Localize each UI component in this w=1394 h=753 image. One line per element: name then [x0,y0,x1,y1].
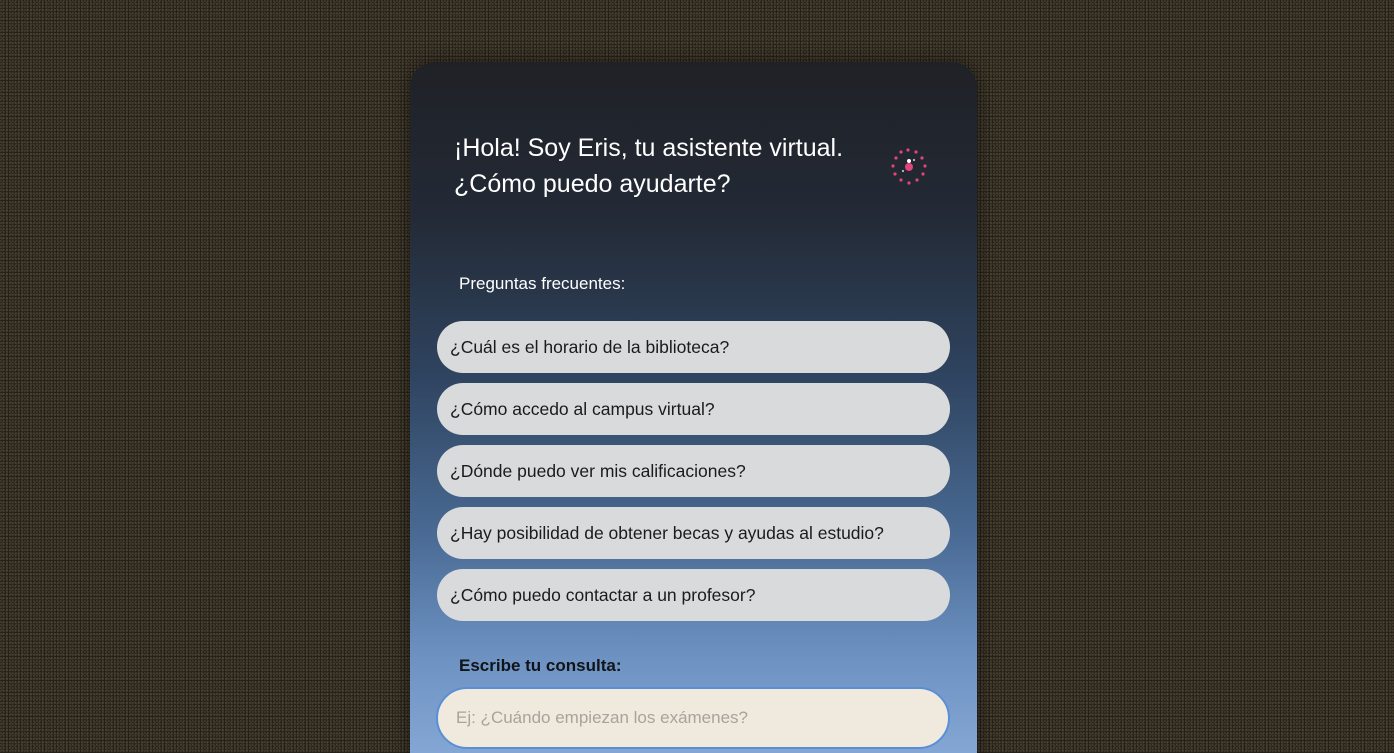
chat-panel: ¡Hola! Soy Eris, tu asistente virtual. ¿… [410,62,977,753]
sparkle-bot-icon [891,148,927,185]
greeting-line-2: ¿Cómo puedo ayudarte? [454,170,731,198]
faq-button-library-hours[interactable]: ¿Cuál es el horario de la biblioteca? [437,321,950,373]
query-input[interactable] [436,687,950,749]
query-label: Escribe tu consulta: [459,656,622,675]
faq-button-grades[interactable]: ¿Dónde puedo ver mis calificaciones? [437,445,950,497]
greeting-heading: ¡Hola! Soy Eris, tu asistente virtual. ¿… [454,130,874,202]
faq-heading: Preguntas frecuentes: [459,274,626,293]
faq-button-scholarships[interactable]: ¿Hay posibilidad de obtener becas y ayud… [437,507,950,559]
faq-list: ¿Cuál es el horario de la biblioteca? ¿C… [437,321,950,631]
faq-button-campus-access[interactable]: ¿Cómo accedo al campus virtual? [437,383,950,435]
greeting-line-1: ¡Hola! Soy Eris, tu asistente virtual. [454,134,844,162]
faq-button-contact-professor[interactable]: ¿Cómo puedo contactar a un profesor? [437,569,950,621]
